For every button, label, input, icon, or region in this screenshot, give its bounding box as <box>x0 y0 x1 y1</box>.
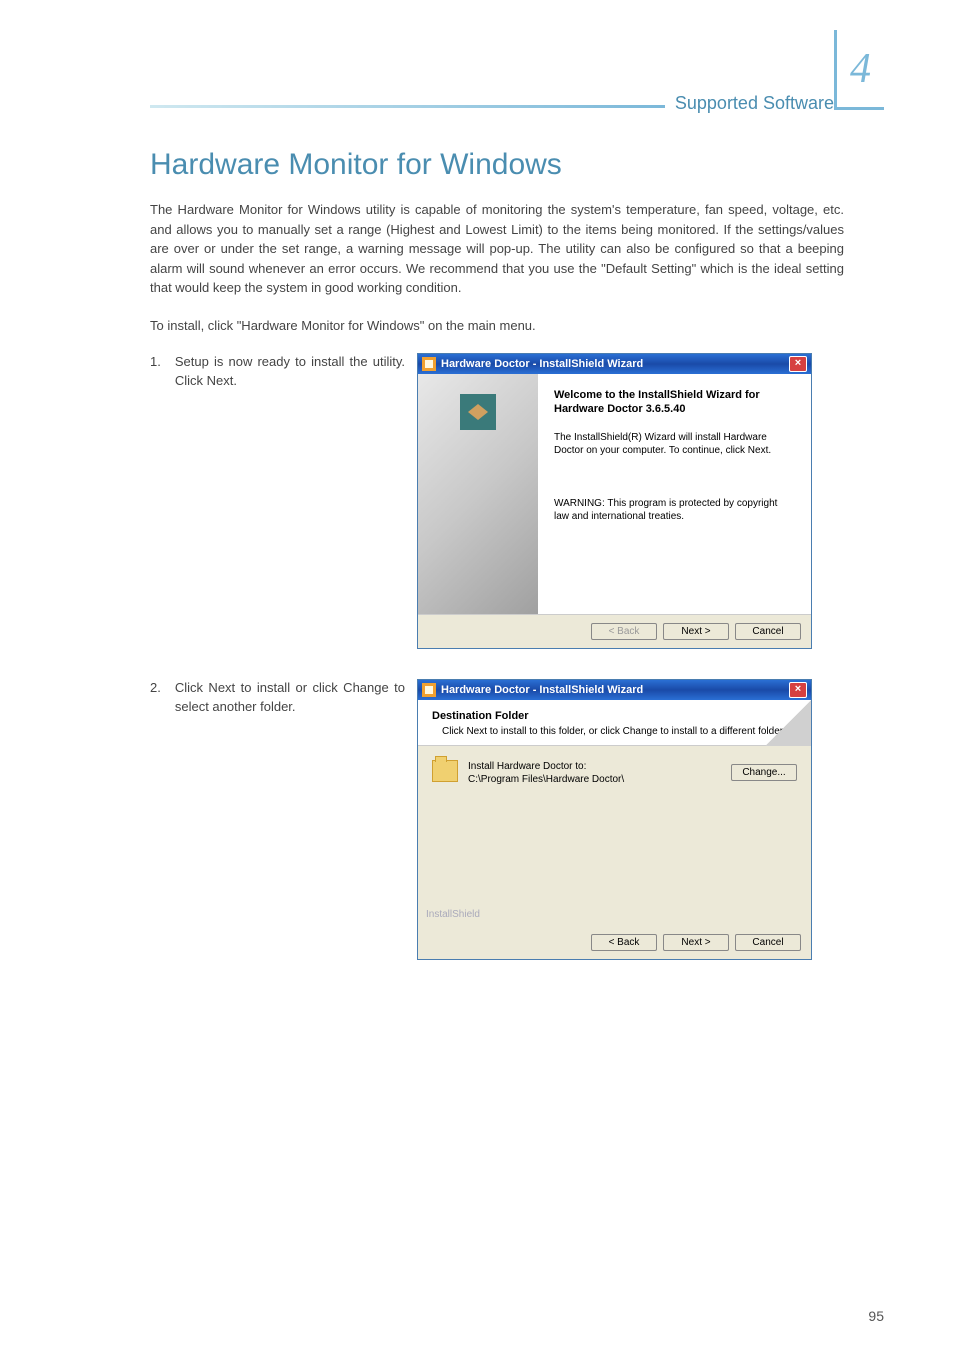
cancel-button[interactable]: Cancel <box>735 934 801 951</box>
installer-icon <box>422 683 436 697</box>
dialog-title: Hardware Doctor - InstallShield Wizard <box>441 358 643 370</box>
dialog-welcome: Hardware Doctor - InstallShield Wizard ×… <box>417 353 812 649</box>
welcome-warning: WARNING: This program is protected by co… <box>554 497 795 523</box>
cancel-button[interactable]: Cancel <box>735 623 801 640</box>
close-icon[interactable]: × <box>789 356 807 372</box>
destination-subtitle: Click Next to install to this folder, or… <box>442 726 797 737</box>
install-to-label: Install Hardware Doctor to: <box>468 760 721 773</box>
chapter-number: 4 <box>850 45 871 93</box>
page-header: Supported Software 4 <box>150 50 844 120</box>
dialog-titlebar: Hardware Doctor - InstallShield Wizard × <box>418 354 811 374</box>
chapter-badge: 4 <box>834 30 884 110</box>
step-2-desc: Click Next to install or click Change to… <box>175 679 405 717</box>
back-button: < Back <box>591 623 657 640</box>
close-icon[interactable]: × <box>789 682 807 698</box>
destination-header: Destination Folder Click Next to install… <box>418 700 811 746</box>
destination-title: Destination Folder <box>432 710 797 722</box>
dialog-destination: Hardware Doctor - InstallShield Wizard ×… <box>417 679 812 960</box>
page-title: Hardware Monitor for Windows <box>150 148 844 182</box>
change-button[interactable]: Change... <box>731 764 797 781</box>
step-1-text: 1. Setup is now ready to install the uti… <box>150 353 405 391</box>
step-1-desc: Setup is now ready to install the utilit… <box>175 353 405 391</box>
intro-paragraph: The Hardware Monitor for Windows utility… <box>150 200 844 298</box>
section-title: Supported Software <box>675 93 834 114</box>
install-path: C:\Program Files\Hardware Doctor\ <box>468 773 721 786</box>
wizard-sidebar-graphic <box>418 374 538 614</box>
dialog-titlebar: Hardware Doctor - InstallShield Wizard × <box>418 680 811 700</box>
next-button[interactable]: Next > <box>663 934 729 951</box>
welcome-heading: Welcome to the InstallShield Wizard for … <box>554 388 795 417</box>
welcome-paragraph: The InstallShield(R) Wizard will install… <box>554 431 795 457</box>
install-note: To install, click "Hardware Monitor for … <box>150 316 844 336</box>
next-button[interactable]: Next > <box>663 623 729 640</box>
installshield-label: InstallShield <box>426 909 480 920</box>
step-2-row: 2. Click Next to install or click Change… <box>150 679 844 960</box>
step-2-text: 2. Click Next to install or click Change… <box>150 679 405 717</box>
dialog-title: Hardware Doctor - InstallShield Wizard <box>441 684 643 696</box>
step-2-number: 2. <box>150 679 161 717</box>
header-rule <box>150 105 665 108</box>
folder-icon <box>432 760 458 782</box>
back-button[interactable]: < Back <box>591 934 657 951</box>
package-icon <box>460 394 496 430</box>
step-1-row: 1. Setup is now ready to install the uti… <box>150 353 844 649</box>
page-number: 95 <box>868 1308 884 1324</box>
step-1-number: 1. <box>150 353 161 391</box>
installer-icon <box>422 357 436 371</box>
